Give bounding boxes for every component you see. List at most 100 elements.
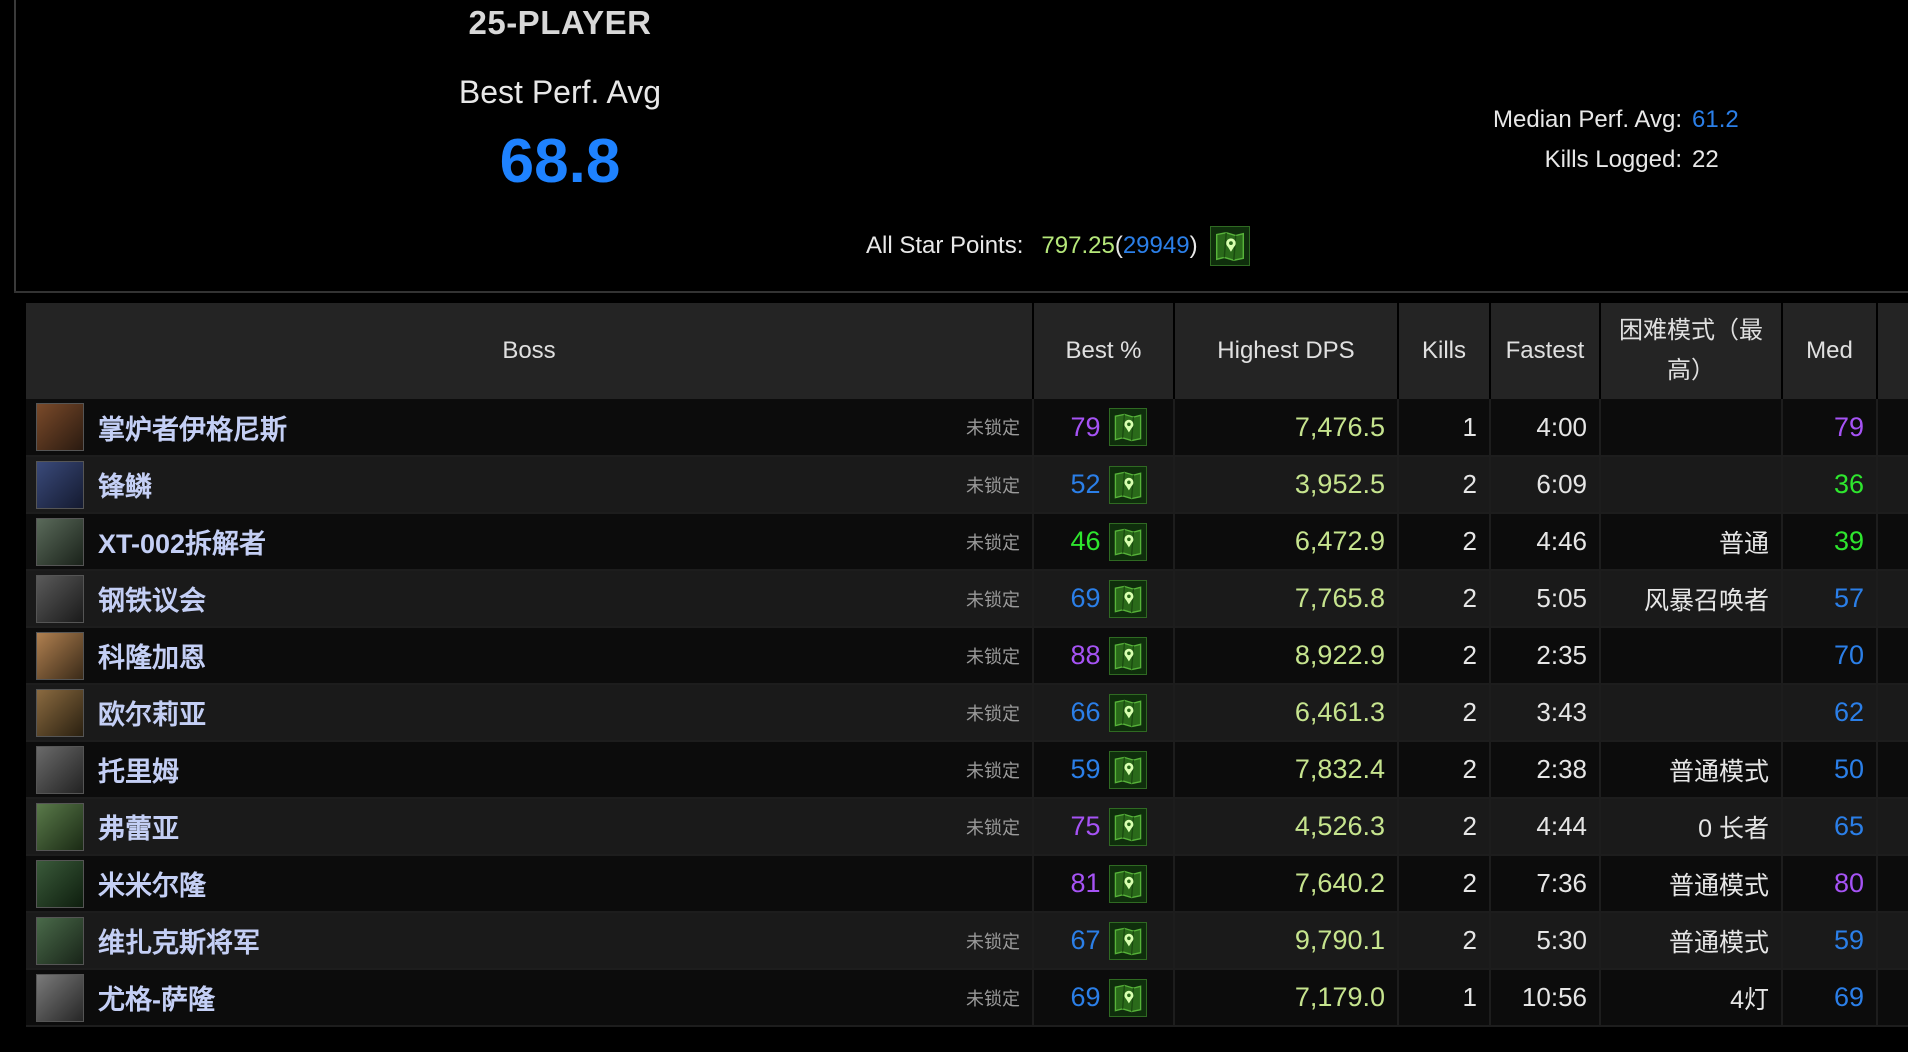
boss-name-link[interactable]: 托里姆 — [98, 750, 179, 789]
map-marker-icon[interactable] — [1108, 807, 1147, 846]
boss-portrait-icon[interactable] — [36, 403, 84, 451]
kills-cell: 2 — [1398, 741, 1491, 799]
map-marker-icon[interactable] — [1108, 408, 1147, 446]
best-percent-cell: 67 — [1033, 912, 1175, 970]
median-cell: 80 — [1782, 855, 1878, 913]
table-row: 科隆加恩 未锁定 88 8,922.9 2 2:35 70 — [26, 627, 1908, 685]
boss-portrait-icon[interactable] — [36, 517, 84, 566]
best-percent-cell: 66 — [1033, 684, 1175, 742]
fastest-cell: 5:30 — [1490, 912, 1601, 970]
col-header-kills[interactable]: Kills — [1398, 303, 1491, 399]
header-divider — [14, 291, 1908, 293]
boss-name-link[interactable]: 钢铁议会 — [98, 579, 206, 618]
kills-cell: 2 — [1398, 456, 1491, 514]
star-points-value: 797.25 — [1041, 232, 1115, 259]
boss-portrait-icon[interactable] — [36, 460, 84, 509]
boss-portrait-icon[interactable] — [36, 574, 84, 623]
boss-portrait-icon[interactable] — [36, 859, 84, 908]
boss-name-link[interactable]: 弗蕾亚 — [98, 807, 179, 846]
boss-portrait-icon[interactable] — [36, 631, 84, 680]
map-marker-icon[interactable] — [1108, 750, 1147, 789]
boss-name-link[interactable]: 米米尔隆 — [98, 864, 206, 903]
kills-cell: 2 — [1398, 684, 1491, 742]
best-perf-avg-value: 68.8 — [499, 127, 621, 196]
boss-name-link[interactable]: 欧尔莉亚 — [98, 693, 206, 732]
median-cell: 39 — [1782, 513, 1878, 571]
table-row: 弗蕾亚 未锁定 75 4,526.3 2 4:44 0 长者 65 — [26, 798, 1908, 856]
median-perf-value: 61.2 — [1692, 106, 1739, 133]
table-row: 米米尔隆 81 7,640.2 2 7:36 普通模式 80 — [26, 855, 1908, 913]
hard-mode-cell — [1600, 456, 1783, 514]
map-marker-icon[interactable] — [1108, 465, 1147, 504]
best-percent-value: 75 — [1070, 811, 1101, 841]
fastest-cell: 10:56 — [1490, 969, 1601, 1027]
extra-cell — [1877, 741, 1908, 799]
boss-portrait-icon[interactable] — [36, 802, 84, 851]
extra-cell — [1877, 969, 1908, 1027]
table-row: XT-002拆解者 未锁定 46 6,472.9 2 4:46 普通 39 — [26, 513, 1908, 571]
star-points: All Star Points: 797.25 ( 29949 ) — [866, 225, 1250, 267]
hard-mode-cell: 普通 — [1600, 513, 1783, 571]
best-percent-cell: 75 — [1033, 798, 1175, 856]
best-percent-value: 52 — [1070, 469, 1101, 499]
boss-name-link[interactable]: 尤格-萨隆 — [98, 978, 215, 1017]
map-marker-icon[interactable] — [1209, 226, 1250, 266]
fastest-cell: 2:38 — [1490, 741, 1601, 799]
col-header-boss[interactable]: Boss — [26, 303, 1034, 399]
boss-name-link[interactable]: 科隆加恩 — [98, 636, 206, 675]
fastest-cell: 4:46 — [1490, 513, 1601, 571]
boss-status-tag: 未锁定 — [966, 988, 1020, 1009]
map-marker-icon[interactable] — [1108, 522, 1147, 561]
best-perf-avg-label: Best Perf. Avg — [458, 74, 662, 110]
kills-cell: 2 — [1398, 570, 1491, 628]
boss-name-link[interactable]: 维扎克斯将军 — [98, 921, 260, 960]
boss-name-link[interactable]: XT-002拆解者 — [98, 522, 266, 561]
boss-name-link[interactable]: 锋鳞 — [98, 465, 152, 504]
boss-cell: 欧尔莉亚 未锁定 — [26, 684, 1034, 742]
boss-portrait-icon[interactable] — [36, 916, 84, 965]
boss-cell: 米米尔隆 — [26, 855, 1034, 913]
col-header-med[interactable]: Med — [1782, 303, 1878, 399]
star-points-rank-link[interactable]: 29949 — [1123, 232, 1190, 260]
boss-cell: XT-002拆解者 未锁定 — [26, 513, 1034, 571]
map-marker-icon[interactable] — [1108, 693, 1147, 732]
kills-cell: 2 — [1398, 855, 1491, 913]
map-marker-icon[interactable] — [1108, 978, 1147, 1017]
highest-dps-cell: 4,526.3 — [1174, 798, 1399, 856]
map-marker-icon[interactable] — [1108, 579, 1147, 618]
table-row: 锋鳞 未锁定 52 3,952.5 2 6:09 36 — [26, 456, 1908, 514]
median-cell: 62 — [1782, 684, 1878, 742]
extra-cell — [1877, 456, 1908, 514]
best-percent-cell: 59 — [1033, 741, 1175, 799]
boss-cell: 尤格-萨隆 未锁定 — [26, 969, 1034, 1027]
map-marker-icon[interactable] — [1108, 921, 1147, 960]
boss-cell: 科隆加恩 未锁定 — [26, 627, 1034, 685]
map-marker-icon[interactable] — [1108, 864, 1147, 903]
kills-cell: 2 — [1398, 912, 1491, 970]
boss-portrait-icon[interactable] — [36, 688, 84, 737]
best-percent-cell: 88 — [1033, 627, 1175, 685]
col-header-dps[interactable]: Highest DPS — [1174, 303, 1399, 399]
section-title: 25-PLAYER — [468, 4, 652, 41]
col-header-hard[interactable]: 困难模式（最高） — [1600, 303, 1783, 399]
col-header-best[interactable]: Best % — [1033, 303, 1175, 399]
map-marker-icon[interactable] — [1108, 636, 1147, 675]
best-percent-value: 67 — [1070, 925, 1101, 955]
table-row: 钢铁议会 未锁定 69 7,765.8 2 5:05 风暴召唤者 57 — [26, 570, 1908, 628]
best-percent-cell: 69 — [1033, 570, 1175, 628]
median-perf-row: Median Perf. Avg: 61.2 — [1400, 100, 1800, 140]
boss-name-link[interactable]: 掌炉者伊格尼斯 — [98, 408, 287, 447]
boss-portrait-icon[interactable] — [36, 973, 84, 1022]
best-percent-cell: 46 — [1033, 513, 1175, 571]
kills-logged-value: 22 — [1692, 146, 1719, 173]
kills-cell: 1 — [1398, 969, 1491, 1027]
extra-cell — [1877, 399, 1908, 457]
boss-status-tag: 未锁定 — [966, 418, 1020, 438]
median-cell: 36 — [1782, 456, 1878, 514]
boss-portrait-icon[interactable] — [36, 745, 84, 794]
hard-mode-cell — [1600, 684, 1783, 742]
col-header-fastest[interactable]: Fastest — [1490, 303, 1601, 399]
boss-table: Boss Best % Highest DPS Kills Fastest 困难… — [26, 303, 1908, 1027]
page: 25-PLAYER Best Perf. Avg 68.8 Median Per… — [0, 0, 1908, 1052]
star-points-close-paren: ) — [1189, 232, 1198, 259]
